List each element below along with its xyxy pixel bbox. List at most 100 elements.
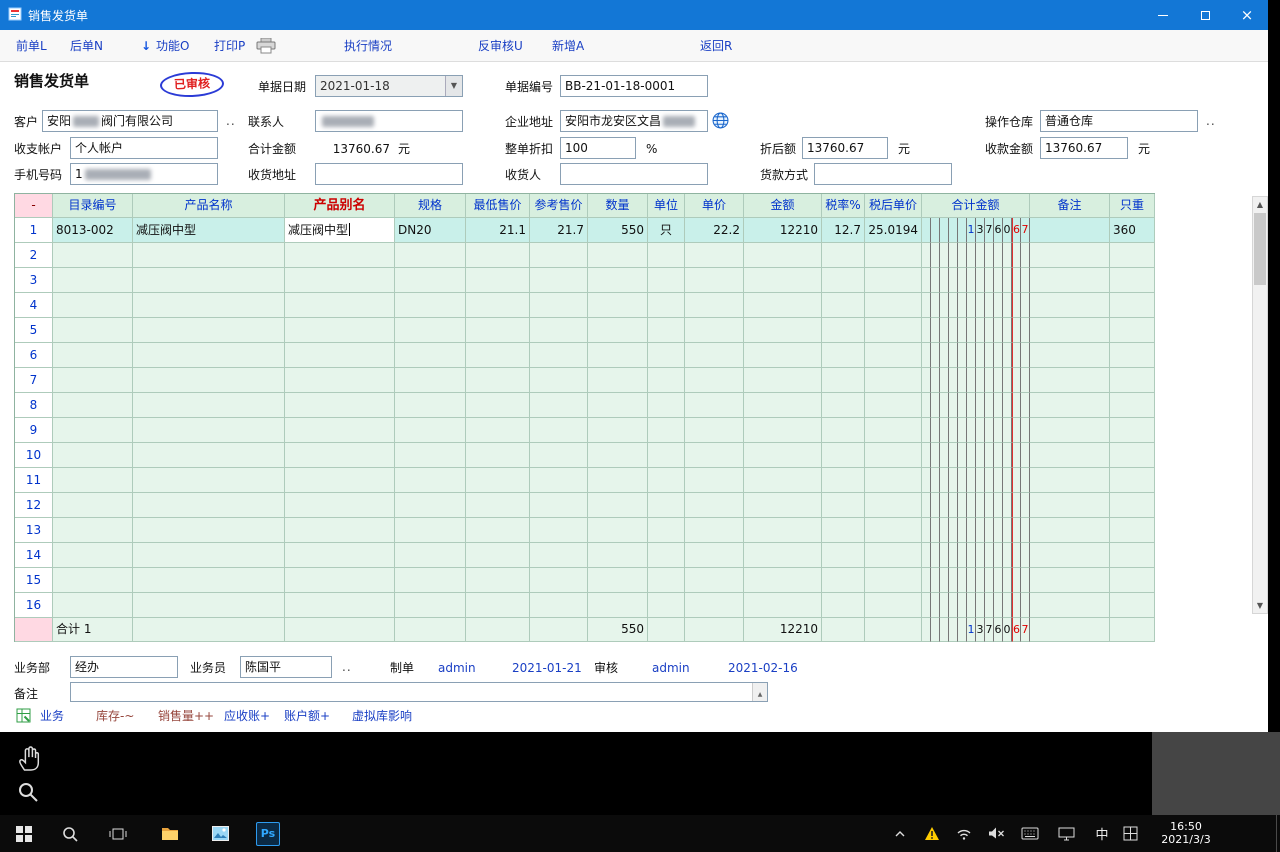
cell[interactable] (1030, 343, 1110, 368)
cell[interactable] (648, 443, 685, 468)
cell[interactable]: 12210 (744, 218, 822, 243)
cell[interactable] (1110, 568, 1155, 593)
cell[interactable] (685, 543, 744, 568)
cell[interactable] (133, 593, 285, 618)
doc-date-field[interactable]: 2021-01-18 ▼ (315, 75, 463, 97)
cell[interactable] (466, 293, 530, 318)
photoshop-app-icon[interactable]: Ps (252, 815, 284, 852)
cell[interactable]: 550 (588, 218, 648, 243)
cell[interactable] (1030, 293, 1110, 318)
dept-field[interactable]: 经办 (70, 656, 178, 678)
cell[interactable] (648, 518, 685, 543)
cell[interactable] (1110, 468, 1155, 493)
cell[interactable] (685, 518, 744, 543)
cell[interactable] (1110, 368, 1155, 393)
cell[interactable] (133, 243, 285, 268)
cell[interactable] (865, 418, 922, 443)
cell[interactable] (1030, 568, 1110, 593)
discount-field[interactable]: 100 (560, 137, 636, 159)
tab-sales-qty[interactable]: 销售量++ (158, 705, 214, 727)
cell[interactable] (822, 268, 865, 293)
printer-icon[interactable] (256, 38, 276, 57)
tray-network-icon[interactable] (948, 815, 980, 852)
cell[interactable]: 12.7 (822, 218, 865, 243)
cell[interactable] (685, 243, 744, 268)
remark-scrollbar[interactable]: ▲▼ (752, 683, 767, 701)
cell[interactable] (1030, 243, 1110, 268)
cell[interactable] (822, 293, 865, 318)
cell[interactable] (1110, 318, 1155, 343)
cell[interactable] (744, 268, 822, 293)
row-number[interactable]: 7 (15, 368, 53, 393)
tab-business[interactable]: 业务 (40, 705, 64, 727)
cell[interactable] (530, 543, 588, 568)
cell[interactable] (1110, 518, 1155, 543)
cell[interactable] (865, 468, 922, 493)
print-button[interactable]: 打印P (214, 30, 245, 62)
cell[interactable] (685, 593, 744, 618)
cell[interactable] (685, 293, 744, 318)
cell[interactable] (1110, 443, 1155, 468)
cell[interactable] (466, 268, 530, 293)
cell[interactable] (588, 293, 648, 318)
cell[interactable] (285, 318, 395, 343)
tray-warning-icon[interactable] (916, 815, 948, 852)
cell[interactable] (285, 368, 395, 393)
cell[interactable] (1030, 318, 1110, 343)
cell[interactable]: 21.1 (466, 218, 530, 243)
cell[interactable] (53, 568, 133, 593)
row-number[interactable]: 2 (15, 243, 53, 268)
cell[interactable] (133, 543, 285, 568)
cell[interactable] (588, 468, 648, 493)
cell[interactable] (53, 368, 133, 393)
cell[interactable] (744, 543, 822, 568)
cell[interactable] (588, 593, 648, 618)
cell[interactable] (648, 318, 685, 343)
close-button[interactable]: × (1226, 0, 1268, 30)
cell[interactable] (285, 518, 395, 543)
cell[interactable] (822, 343, 865, 368)
row-number[interactable]: 3 (15, 268, 53, 293)
cell[interactable] (395, 393, 466, 418)
cell[interactable] (1110, 418, 1155, 443)
cell[interactable] (822, 518, 865, 543)
row-number[interactable]: 12 (15, 493, 53, 518)
cell[interactable] (53, 268, 133, 293)
function-menu-button[interactable]: 功能O (156, 30, 189, 62)
company-address-field[interactable]: 安阳市龙安区文昌 (560, 110, 708, 132)
cell[interactable] (133, 443, 285, 468)
cell[interactable] (395, 368, 466, 393)
cell[interactable] (530, 243, 588, 268)
cell[interactable] (588, 343, 648, 368)
cell[interactable] (588, 568, 648, 593)
account-field[interactable]: 个人帐户 (70, 137, 218, 159)
cell[interactable] (744, 568, 822, 593)
cell[interactable] (466, 418, 530, 443)
cell[interactable] (530, 593, 588, 618)
cell[interactable] (648, 293, 685, 318)
cell[interactable] (53, 543, 133, 568)
cell[interactable] (285, 343, 395, 368)
received-field[interactable]: 13760.67 (1040, 137, 1128, 159)
cell[interactable] (648, 368, 685, 393)
cell[interactable] (588, 493, 648, 518)
cell[interactable] (466, 518, 530, 543)
warehouse-field[interactable]: 普通仓库 (1040, 110, 1198, 132)
cell[interactable] (744, 318, 822, 343)
cell[interactable] (285, 443, 395, 468)
cell[interactable] (53, 493, 133, 518)
cell[interactable] (648, 568, 685, 593)
cell[interactable] (466, 468, 530, 493)
scroll-up-icon[interactable]: ▲ (1253, 197, 1267, 212)
show-desktop-button[interactable] (1276, 815, 1280, 852)
cell-remark[interactable] (1030, 218, 1110, 243)
cell[interactable] (530, 343, 588, 368)
consignee-field[interactable] (560, 163, 708, 185)
cell[interactable] (685, 568, 744, 593)
cell[interactable] (1030, 543, 1110, 568)
cell[interactable] (822, 418, 865, 443)
tab-account-balance[interactable]: 账户额+ (284, 705, 330, 727)
cell[interactable] (53, 443, 133, 468)
file-explorer-icon[interactable] (154, 815, 186, 852)
salesman-lookup-button[interactable]: .. (342, 656, 352, 678)
